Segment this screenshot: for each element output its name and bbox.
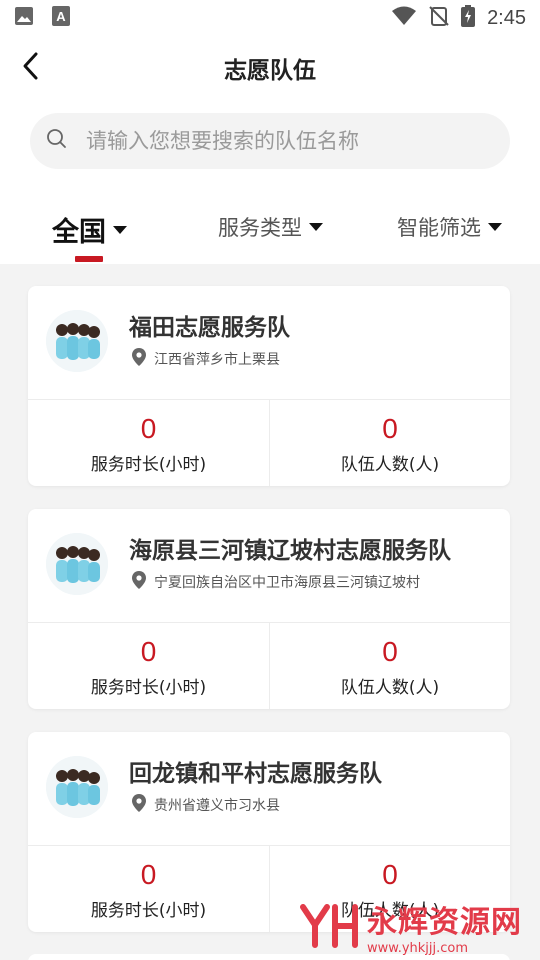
member-count-stat: 0 队伍人数(人) xyxy=(269,400,510,486)
clock: 2:45 xyxy=(487,6,526,29)
member-count-label: 队伍人数(人) xyxy=(340,677,440,698)
active-tab-indicator xyxy=(75,256,103,262)
app-header: 志愿队伍 xyxy=(0,36,540,100)
team-name: 福田志愿服务队 xyxy=(129,315,290,341)
chevron-left-icon xyxy=(21,51,41,85)
team-card-header: 海原县三河镇辽坡村志愿服务队 宁夏回族自治区中卫市海原县三河镇辽坡村 xyxy=(28,509,510,623)
svg-text:A: A xyxy=(56,9,66,24)
team-avatar xyxy=(46,310,108,372)
battery-icon xyxy=(461,5,476,31)
location-pin-icon xyxy=(132,348,146,370)
service-hours-label: 服务时长(小时) xyxy=(90,677,207,698)
filter-region-label: 全国 xyxy=(52,217,106,248)
member-count-value: 0 xyxy=(382,412,398,444)
member-count-label: 队伍人数(人) xyxy=(340,454,440,475)
location-text: 宁夏回族自治区中卫市海原县三河镇辽坡村 xyxy=(154,575,420,591)
caret-down-icon xyxy=(488,223,502,231)
service-hours-stat: 0 服务时长(小时) xyxy=(28,846,269,932)
filter-service-type-label: 服务类型 xyxy=(218,216,302,240)
location-pin-icon xyxy=(132,794,146,816)
caret-down-icon xyxy=(113,225,127,234)
team-avatar xyxy=(46,756,108,818)
team-name: 海原县三河镇辽坡村志愿服务队 xyxy=(129,538,451,564)
service-hours-label: 服务时长(小时) xyxy=(90,454,207,475)
team-location: 贵州省遵义市习水县 xyxy=(132,794,280,816)
team-stats: 0 服务时长(小时) 0 队伍人数(人) xyxy=(28,623,510,709)
search-input[interactable] xyxy=(86,129,466,153)
filter-region[interactable]: 全国 xyxy=(52,210,127,249)
member-count-value: 0 xyxy=(382,858,398,890)
wifi-icon xyxy=(391,6,417,30)
search-bar[interactable] xyxy=(30,113,510,169)
caret-down-icon xyxy=(309,223,323,231)
filter-service-type[interactable]: 服务类型 xyxy=(218,212,323,242)
service-hours-value: 0 xyxy=(140,635,157,667)
team-avatar xyxy=(46,533,108,595)
search-icon xyxy=(46,128,68,154)
service-hours-value: 0 xyxy=(140,412,157,444)
location-pin-icon xyxy=(132,571,146,593)
font-icon: A xyxy=(52,6,70,30)
watermark-url: www.yhkjjj.com xyxy=(367,941,469,956)
team-list: 福田志愿服务队 江西省萍乡市上栗县 0 服务时长(小时) 0 队伍人数(人) 海… xyxy=(28,286,510,955)
team-card[interactable]: 福田志愿服务队 江西省萍乡市上栗县 0 服务时长(小时) 0 队伍人数(人) xyxy=(28,286,510,486)
team-card-header: 福田志愿服务队 江西省萍乡市上栗县 xyxy=(28,286,510,400)
location-text: 贵州省遵义市习水县 xyxy=(154,798,280,814)
filter-bar: 全国 服务类型 智能筛选 xyxy=(0,192,540,264)
no-signal-icon xyxy=(429,6,449,30)
service-hours-label: 服务时长(小时) xyxy=(90,900,207,921)
page-title: 志愿队伍 xyxy=(224,58,316,84)
member-count-stat: 0 队伍人数(人) xyxy=(269,623,510,709)
status-bar: A 2:45 xyxy=(0,0,540,36)
team-name: 回龙镇和平村志愿服务队 xyxy=(129,761,382,787)
member-count-value: 0 xyxy=(382,635,398,667)
service-hours-stat: 0 服务时长(小时) xyxy=(28,400,269,486)
filter-smart[interactable]: 智能筛选 xyxy=(397,212,502,242)
watermark: 永辉资源网 www.yhkjjj.com xyxy=(299,897,522,956)
team-card[interactable]: 海原县三河镇辽坡村志愿服务队 宁夏回族自治区中卫市海原县三河镇辽坡村 0 服务时… xyxy=(28,509,510,709)
watermark-text: 永辉资源网 xyxy=(367,905,522,940)
location-text: 江西省萍乡市上栗县 xyxy=(154,352,280,368)
back-button[interactable] xyxy=(16,50,46,86)
team-location: 江西省萍乡市上栗县 xyxy=(132,348,280,370)
filter-smart-label: 智能筛选 xyxy=(397,216,481,240)
search-section xyxy=(0,100,540,192)
service-hours-stat: 0 服务时长(小时) xyxy=(28,623,269,709)
team-stats: 0 服务时长(小时) 0 队伍人数(人) xyxy=(28,400,510,486)
team-location: 宁夏回族自治区中卫市海原县三河镇辽坡村 xyxy=(132,571,420,593)
image-icon xyxy=(14,6,34,30)
watermark-logo-icon xyxy=(299,901,361,953)
team-card-header: 回龙镇和平村志愿服务队 贵州省遵义市习水县 xyxy=(28,732,510,846)
service-hours-value: 0 xyxy=(140,858,157,890)
